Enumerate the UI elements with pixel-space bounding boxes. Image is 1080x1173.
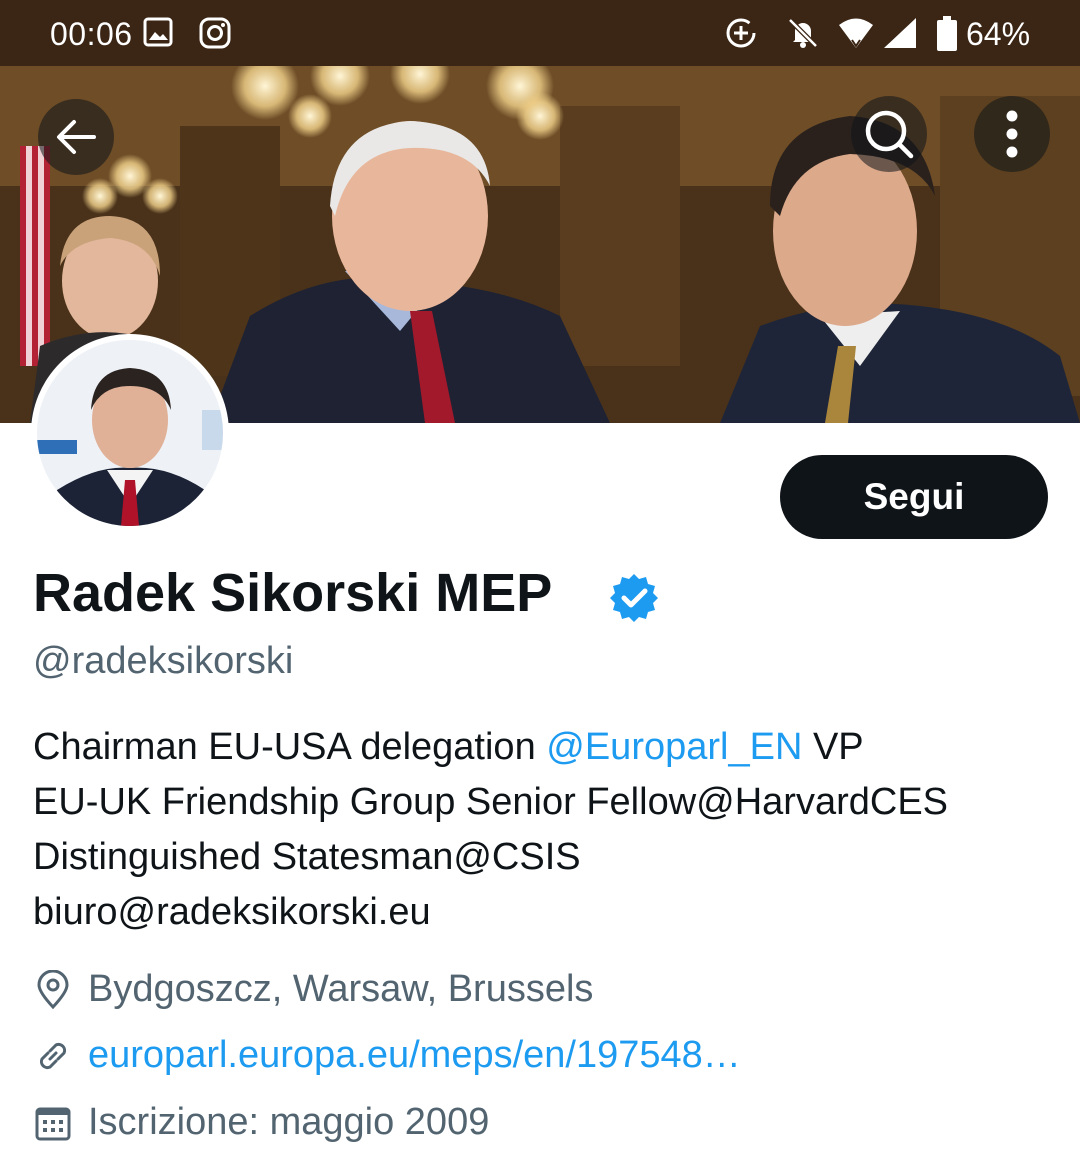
battery-percent: 64% [966,16,1031,52]
bio-line-2: EU-UK Friendship Group Senior Fellow@Har… [33,781,949,823]
bio-line-1: Chairman EU-USA delegation @Europarl_EN … [33,720,1053,775]
data-saver-icon [724,16,758,55]
bio-text: VP [802,726,864,768]
display-name: Radek Sikorski MEP [33,563,553,623]
joined-row: Iscrizione: maggio 2009 [33,1101,489,1144]
joined-text: Iscrizione: maggio 2009 [88,1101,490,1143]
follow-button[interactable]: Segui [780,455,1048,539]
status-time: 00:06 [50,16,133,52]
bio-text: Chairman EU-USA delegation [33,726,547,768]
website-link[interactable]: europarl.europa.eu/meps/en/197548… [88,1034,741,1077]
wifi-icon [838,16,874,55]
link-icon [33,1036,73,1076]
bell-off-icon [786,16,820,55]
signal-icon [882,16,918,55]
verified-badge-icon [610,574,658,622]
calendar-icon [33,1103,73,1143]
location-text: Bydgoszcz, Warsaw, Brussels [88,968,594,1010]
instagram-icon [198,16,232,55]
location-pin-icon [33,969,73,1010]
profile-avatar[interactable] [31,334,229,532]
battery-icon [936,16,958,57]
profile-bio: Chairman EU-USA delegation @Europarl_EN … [33,720,1053,940]
arrow-left-icon [57,120,96,154]
search-button[interactable] [851,96,927,172]
back-button[interactable] [38,99,114,175]
profile-handle: @radeksikorski [33,640,294,682]
avatar-photo [37,340,223,526]
bio-line-4: biuro@radeksikorski.eu [33,891,431,933]
more-options-button[interactable] [974,96,1050,172]
gallery-icon [142,16,174,53]
status-bar: 00:06 64% [0,0,1080,66]
location-row: Bydgoszcz, Warsaw, Brussels [33,968,593,1011]
search-icon [865,110,914,159]
mention-link-europarl[interactable]: @Europarl_EN [546,726,802,768]
bio-line-3: Distinguished Statesman@CSIS [33,836,581,878]
more-vertical-icon [1006,110,1018,158]
website-row: europarl.europa.eu/meps/en/197548… [33,1034,741,1077]
